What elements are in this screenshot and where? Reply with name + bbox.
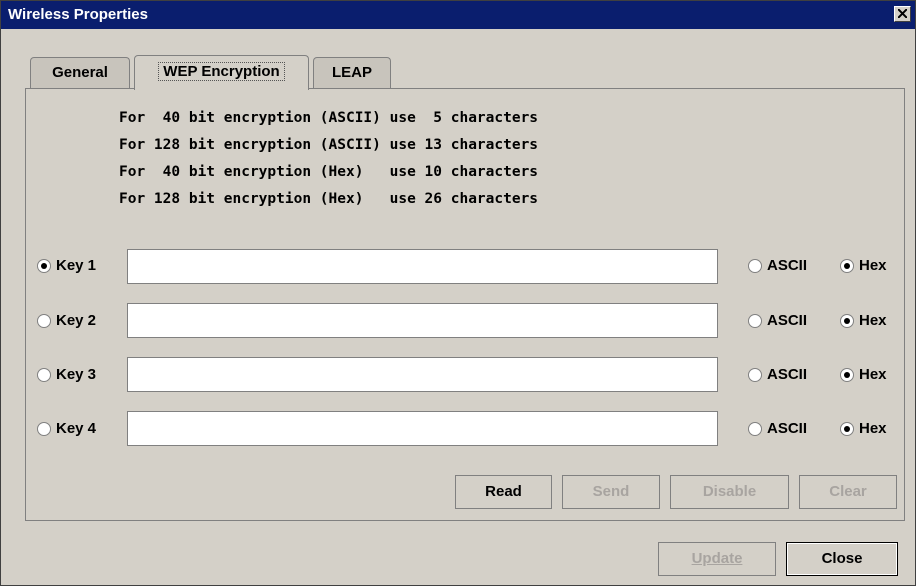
key2-hex-label: Hex — [859, 312, 887, 329]
update-button[interactable]: Update — [658, 542, 776, 576]
key2-input[interactable] — [127, 303, 718, 338]
key2-ascii-label: ASCII — [767, 312, 808, 329]
key2-label: Key 2 — [56, 312, 97, 329]
key4-input[interactable] — [127, 411, 718, 446]
window-title: Wireless Properties — [8, 6, 148, 23]
key4-radio[interactable] — [37, 422, 51, 436]
key3-radio[interactable] — [37, 368, 51, 382]
key3-input[interactable] — [127, 357, 718, 392]
key1-radio[interactable] — [37, 259, 51, 273]
key1-hex-radio[interactable] — [840, 259, 854, 273]
tab-general[interactable]: General — [30, 57, 130, 88]
key3-ascii-radio[interactable] — [748, 368, 762, 382]
note-line: For 128 bit encryption (Hex) use 26 char… — [119, 191, 539, 207]
key1-hex-label: Hex — [859, 257, 887, 274]
key4-hex-radio[interactable] — [840, 422, 854, 436]
key2-ascii-radio[interactable] — [748, 314, 762, 328]
note-line: For 40 bit encryption (Hex) use 10 chara… — [119, 164, 539, 180]
close-icon — [898, 9, 907, 18]
key3-ascii-label: ASCII — [767, 366, 808, 383]
title-bar[interactable]: Wireless Properties — [1, 1, 915, 29]
close-button[interactable]: Close — [786, 542, 898, 576]
disable-button[interactable]: Disable — [670, 475, 789, 509]
key1-input[interactable] — [127, 249, 718, 284]
key2-hex-radio[interactable] — [840, 314, 854, 328]
key4-ascii-radio[interactable] — [748, 422, 762, 436]
key1-label: Key 1 — [56, 257, 97, 274]
key1-ascii-radio[interactable] — [748, 259, 762, 273]
tab-general-label: General — [52, 64, 108, 81]
clear-button[interactable]: Clear — [799, 475, 897, 509]
note-line: For 40 bit encryption (ASCII) use 5 char… — [119, 110, 539, 126]
send-button[interactable]: Send — [562, 475, 660, 509]
tab-leap-label: LEAP — [331, 64, 372, 81]
key2-radio[interactable] — [37, 314, 51, 328]
close-window-button[interactable] — [894, 6, 911, 22]
read-button[interactable]: Read — [455, 475, 552, 509]
update-button-label: Update — [691, 550, 743, 567]
key3-label: Key 3 — [56, 366, 97, 383]
key3-hex-label: Hex — [859, 366, 887, 383]
key3-hex-radio[interactable] — [840, 368, 854, 382]
tab-wep-encryption-label: WEP Encryption — [158, 62, 285, 81]
key4-label: Key 4 — [56, 420, 97, 437]
key1-ascii-label: ASCII — [767, 257, 808, 274]
tab-wep-encryption[interactable]: WEP Encryption — [134, 55, 309, 90]
key4-hex-label: Hex — [859, 420, 887, 437]
wireless-properties-window: Wireless Properties General WEP Encrypti… — [0, 0, 916, 586]
tab-leap[interactable]: LEAP — [313, 57, 391, 88]
key4-ascii-label: ASCII — [767, 420, 808, 437]
note-line: For 128 bit encryption (ASCII) use 13 ch… — [119, 137, 539, 153]
